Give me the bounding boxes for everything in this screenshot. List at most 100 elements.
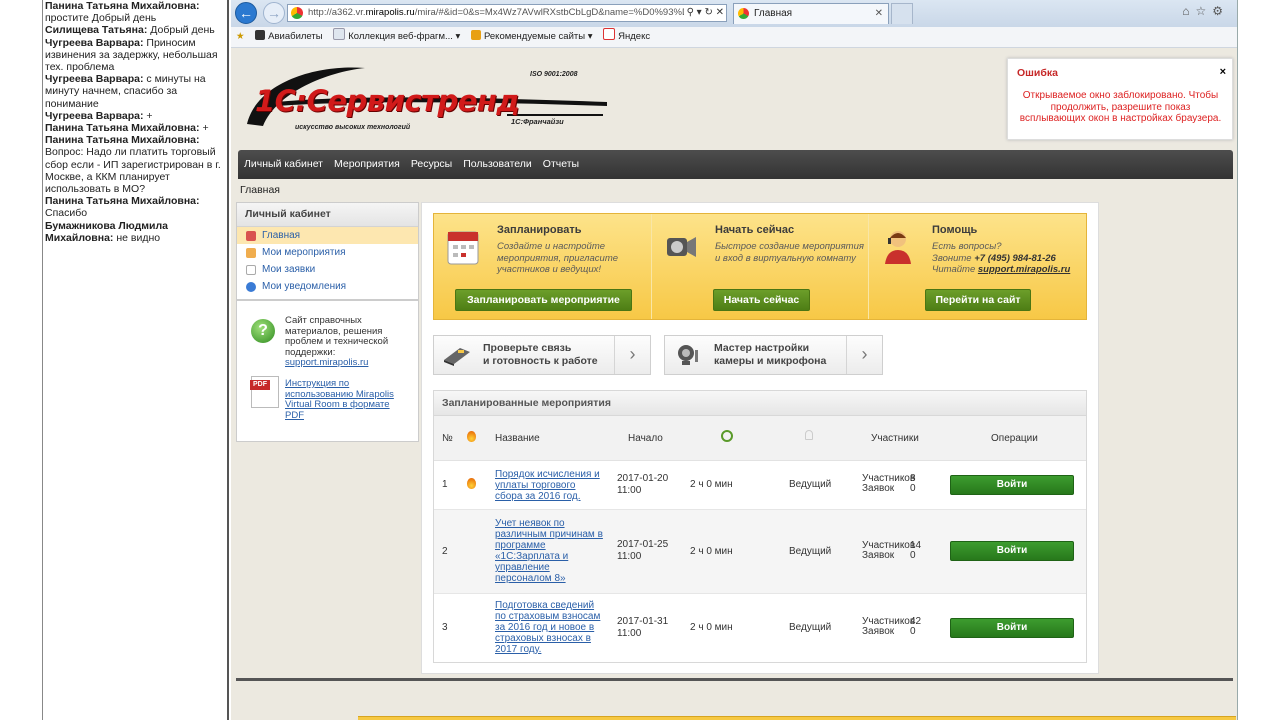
check-connection-tool[interactable]: Проверьте связь и готовность к работе ›: [433, 335, 651, 375]
sidebar-menu: Личный кабинет Главная Мои мероприятия М…: [236, 202, 419, 300]
enter-button[interactable]: Войти: [950, 475, 1074, 495]
help-link[interactable]: support.mirapolis.ru: [978, 264, 1070, 275]
favorites-bar: ★ Авиабилеты Коллекция веб-фрагм... ▾ Ре…: [231, 27, 1237, 48]
chat-text: +: [202, 122, 209, 135]
sidebar-item-notifications[interactable]: Мои уведомления: [237, 278, 418, 295]
table-header: № Название Начало Участники Операции: [434, 416, 1086, 461]
col-participants: Участники: [871, 433, 919, 444]
help-read: Читайте: [932, 264, 978, 275]
support-link[interactable]: support.mirapolis.ru: [285, 357, 368, 368]
chat-author: Панина Татьяна Михайловна:: [45, 134, 200, 147]
chat-message: Силищева Татьяна: Добрый день: [45, 24, 225, 36]
support-operator-icon: [885, 231, 911, 264]
event-date: 2017-01-25: [617, 539, 669, 550]
new-tab-button[interactable]: [891, 3, 913, 24]
table-title: Запланированные мероприятия: [434, 391, 1086, 416]
sidebar-item-my-events[interactable]: Мои мероприятия: [237, 244, 418, 261]
chat-author: Чугреева Варвара:: [45, 109, 144, 122]
search-refresh-icons[interactable]: ⚲ ▾ ↻ ✕: [683, 5, 724, 21]
help-call: Звоните: [932, 252, 975, 264]
nav-item-events[interactable]: Мероприятия: [334, 150, 400, 179]
enter-button[interactable]: Войти: [950, 618, 1074, 638]
logo-iso: ISO 9001:2008: [530, 71, 578, 78]
question-icon: ?: [251, 319, 275, 343]
chat-message: Панина Татьяна Михайловна: +: [45, 122, 225, 134]
forward-button[interactable]: →: [263, 2, 285, 24]
breadcrumb[interactable]: Главная: [240, 184, 280, 196]
chat-author: Панина Татьяна Михайловна:: [45, 195, 200, 208]
pdf-icon: PDF: [250, 376, 279, 408]
favorite-link[interactable]: Авиабилеты: [255, 27, 323, 47]
browser-tools-icons[interactable]: ⌂☆⚙: [1182, 4, 1229, 18]
enter-button[interactable]: Войти: [950, 541, 1074, 561]
event-duration: 2 ч 0 мин: [690, 622, 733, 633]
chat-text: Вопрос: Надо ли платить торговый сбор ес…: [45, 146, 221, 196]
tool-label: Мастер настройки камеры и микрофона: [714, 342, 826, 367]
sidebar-item-home[interactable]: Главная: [237, 227, 418, 244]
popup-message: Открываемое окно заблокировано. Чтобы пр…: [1019, 90, 1222, 124]
requests-value: 0: [910, 626, 916, 637]
chat-message: Бумажникова Людмила Михайловна: не видно: [45, 220, 225, 244]
nav-item-users[interactable]: Пользователи: [463, 150, 532, 179]
start-now-button[interactable]: Начать сейчас: [713, 289, 810, 311]
pdf-instruction-link[interactable]: Инструкция по использованию Mirapolis Vi…: [285, 378, 411, 421]
notification-icon: [246, 282, 256, 292]
event-role: Ведущий: [789, 479, 832, 490]
calendar-icon: [447, 231, 479, 265]
chevron-right-icon[interactable]: ›: [614, 336, 650, 374]
requests-value: 0: [910, 483, 916, 494]
camera-mic-wizard-tool[interactable]: Мастер настройки камеры и микрофона ›: [664, 335, 883, 375]
event-link[interactable]: Учет неявок по различным причинам в прог…: [495, 518, 605, 584]
go-to-site-button[interactable]: Перейти на сайт: [925, 289, 1031, 311]
nav-item-cabinet[interactable]: Личный кабинет: [244, 150, 323, 179]
main-panel: Запланировать Создайте и настройте мероп…: [421, 202, 1099, 674]
back-button[interactable]: ←: [235, 2, 257, 24]
logo-slogan: искусство высоких технологий: [295, 124, 411, 131]
right-background: [1237, 0, 1280, 720]
sidebar-item-my-requests[interactable]: Мои заявки: [237, 261, 418, 278]
fire-icon: [467, 431, 476, 445]
person-icon: [805, 430, 813, 440]
sidebar-title: Личный кабинет: [237, 203, 418, 227]
close-tab-icon[interactable]: ✕: [875, 4, 883, 24]
chat-author: Панина Татьяна Михайловна:: [45, 122, 200, 135]
popup-title: Ошибка: [1017, 67, 1058, 79]
nav-item-reports[interactable]: Отчеты: [543, 150, 579, 179]
tab-home[interactable]: Главная ✕: [733, 3, 889, 24]
chat-message: Панина Татьяна Михайловна: простите Добр…: [45, 0, 225, 24]
close-icon[interactable]: ×: [1220, 66, 1226, 78]
address-bar[interactable]: http://a362.vr.mirapolis.ru/mira/#&id=0&…: [287, 4, 727, 22]
favorite-link[interactable]: Коллекция веб-фрагм... ▾: [333, 27, 460, 47]
participants-count: Участников 14 Заявок 0: [862, 541, 921, 561]
requests-label: Заявок: [862, 550, 895, 561]
tool-line: Проверьте связь: [483, 342, 572, 354]
help-phone: +7 (495) 984-81-26: [974, 252, 1056, 264]
promo-title: Начать сейчас: [715, 224, 795, 236]
promo-title: Запланировать: [497, 224, 582, 236]
event-role: Ведущий: [789, 546, 832, 557]
nav-item-resources[interactable]: Ресурсы: [411, 150, 452, 179]
sidebar-item-label: Мои уведомления: [262, 281, 347, 292]
favorite-link[interactable]: Рекомендуемые сайты ▾: [470, 27, 593, 47]
support-description: Сайт справочных материалов, решения проб…: [285, 315, 389, 358]
scheduled-events-table: Запланированные мероприятия № Название Н…: [433, 390, 1087, 663]
chat-author: Чугреева Варвара:: [45, 73, 144, 86]
chat-text: Спасибо: [45, 207, 88, 220]
schedule-event-button[interactable]: Запланировать мероприятие: [455, 289, 632, 311]
home-icon: [246, 231, 256, 241]
event-link[interactable]: Порядок исчисления и уплаты торгового сб…: [495, 469, 605, 502]
col-num: №: [442, 433, 453, 444]
favorites-star-icon[interactable]: ★: [236, 27, 245, 47]
participants-count: Участников 42 Заявок 0: [862, 617, 921, 637]
chat-author: Панина Татьяна Михайловна:: [45, 0, 200, 12]
clock-icon: [721, 430, 733, 442]
event-start: 2017-01-20 11:00: [617, 473, 668, 497]
table-row: 2 Учет неявок по различным причинам в пр…: [434, 510, 1086, 594]
event-duration: 2 ч 0 мин: [690, 479, 733, 490]
event-link[interactable]: Подготовка сведений по страховым взносам…: [495, 600, 605, 655]
fire-icon: [467, 431, 476, 442]
tool-line: камеры и микрофона: [714, 354, 827, 367]
favorite-link[interactable]: Яндекс: [603, 27, 650, 47]
chevron-right-icon[interactable]: ›: [846, 336, 882, 374]
support-text: Сайт справочных материалов, решения проб…: [285, 315, 411, 369]
